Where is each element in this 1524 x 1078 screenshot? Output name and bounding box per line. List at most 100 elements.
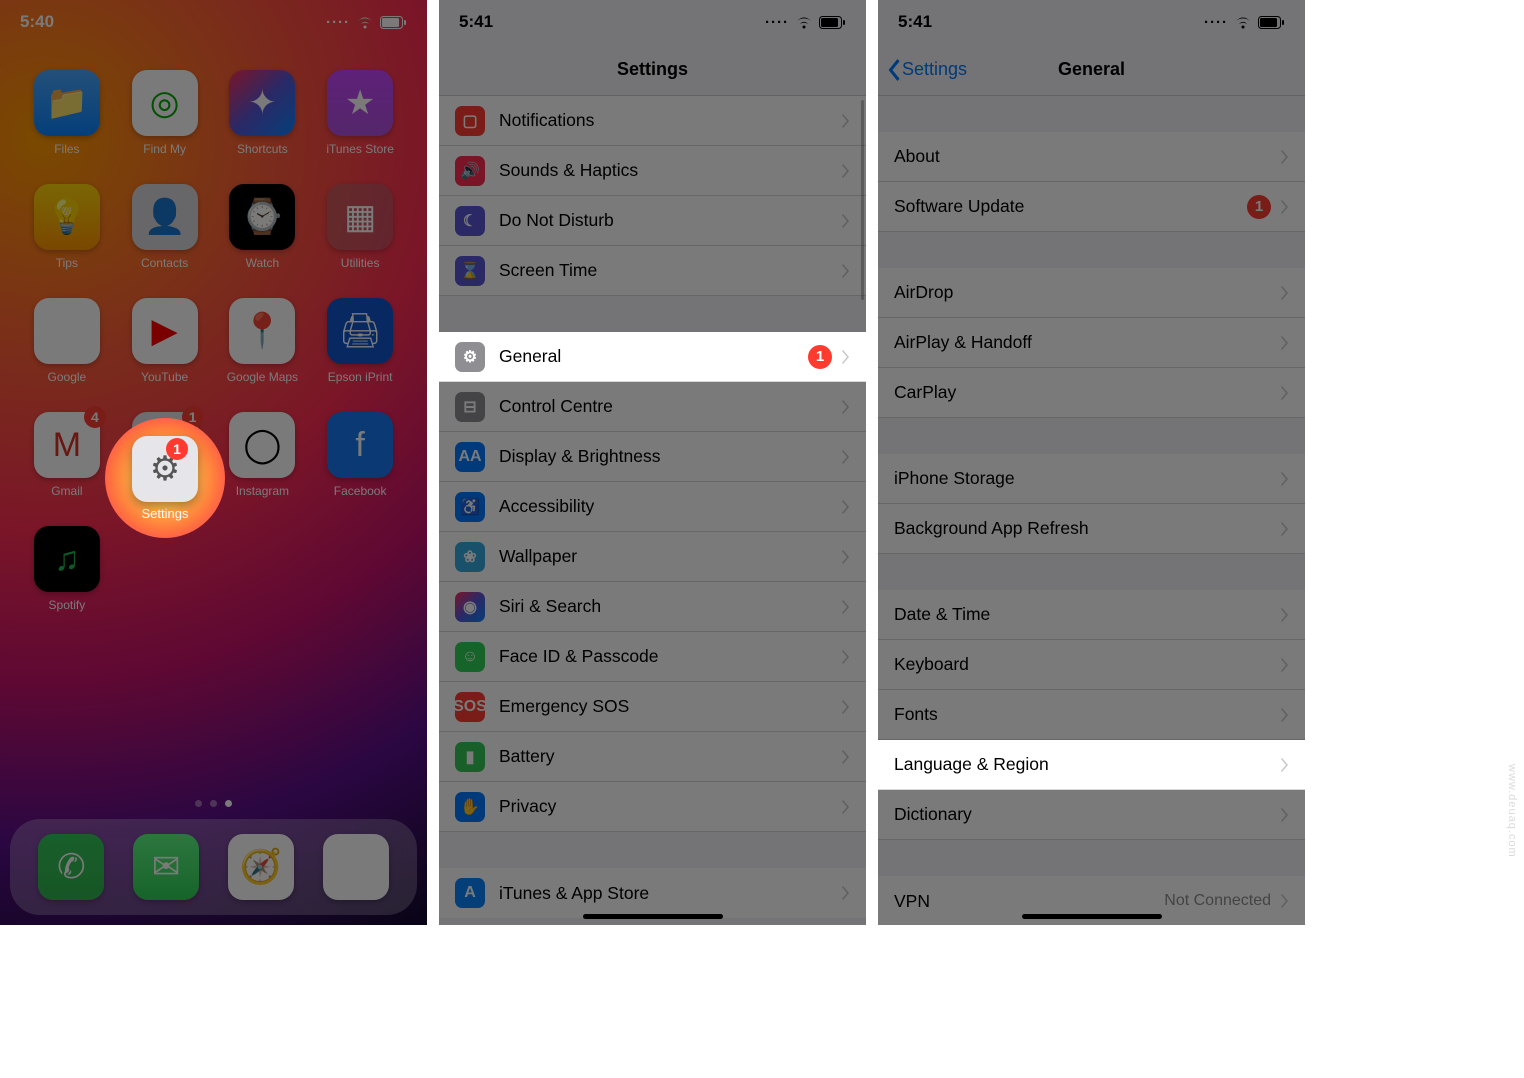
row-background-app-refresh[interactable]: Background App Refresh: [878, 504, 1305, 554]
status-time: 5:41: [459, 12, 493, 32]
row-keyboard[interactable]: Keyboard: [878, 640, 1305, 690]
row-label: Siri & Search: [499, 596, 842, 617]
row-siri[interactable]: ◉ Siri & Search: [439, 582, 866, 632]
app-tips[interactable]: 💡 Tips: [25, 184, 109, 270]
home-indicator[interactable]: [583, 914, 723, 919]
chevron-right-icon: [842, 700, 850, 714]
row-label: Software Update: [894, 196, 1247, 217]
chevron-right-icon: [1281, 286, 1289, 300]
row-software-update[interactable]: Software Update1: [878, 182, 1305, 232]
app-google[interactable]: GGoogle: [25, 298, 109, 384]
row-label: General: [499, 346, 808, 367]
app-itunes[interactable]: ★iTunes Store: [318, 70, 402, 156]
row-label: Sounds & Haptics: [499, 160, 842, 181]
app-youtube[interactable]: ▶YouTube: [123, 298, 207, 384]
row-store[interactable]: AiTunes & App Store: [439, 868, 866, 918]
row-label: Do Not Disturb: [499, 210, 842, 231]
wall-icon: ❀: [455, 542, 485, 572]
app-util[interactable]: ▦Utilities: [318, 184, 402, 270]
row-language-region[interactable]: Language & Region: [878, 740, 1305, 790]
row-date-time[interactable]: Date & Time: [878, 590, 1305, 640]
row-label: Wallpaper: [499, 546, 842, 567]
app-epson[interactable]: 🖨Epson iPrint: [318, 298, 402, 384]
row-display[interactable]: AADisplay & Brightness: [439, 432, 866, 482]
row-sos[interactable]: SOS Emergency SOS: [439, 682, 866, 732]
row-general[interactable]: ⚙General1: [439, 332, 866, 382]
watermark: www.deuaq.com: [1506, 764, 1518, 858]
chevron-right-icon: [842, 550, 850, 564]
chevron-right-icon: [842, 750, 850, 764]
row-label: Notifications: [499, 110, 842, 131]
google-icon: G: [34, 298, 100, 364]
row-dnd[interactable]: ☾Do Not Disturb: [439, 196, 866, 246]
dock-safari[interactable]: 🧭: [228, 834, 294, 900]
app-label: Tips: [56, 256, 78, 270]
app-spotify[interactable]: ♫Spotify: [25, 526, 109, 612]
app-label: Instagram: [236, 484, 289, 498]
app-watch[interactable]: ⌚Watch: [220, 184, 304, 270]
app-files[interactable]: 📁Files: [25, 70, 109, 156]
app-gmail[interactable]: M4Gmail: [25, 412, 109, 498]
app-maps[interactable]: 📍Google Maps: [220, 298, 304, 384]
row-dictionary[interactable]: Dictionary: [878, 790, 1305, 840]
dock-msg[interactable]: ✉: [133, 834, 199, 900]
app-label: Spotify: [49, 598, 86, 612]
row-label: About: [894, 146, 1281, 167]
row-carplay[interactable]: CarPlay: [878, 368, 1305, 418]
store-icon: A: [455, 878, 485, 908]
highlight-settings-app[interactable]: ⚙ 1 Settings: [105, 418, 225, 538]
face-icon: ☺: [455, 642, 485, 672]
row-battery[interactable]: ▮Battery: [439, 732, 866, 782]
app-fb[interactable]: fFacebook: [318, 412, 402, 498]
row-face[interactable]: ☺Face ID & Passcode: [439, 632, 866, 682]
row-wall[interactable]: ❀ Wallpaper: [439, 532, 866, 582]
row-airdrop[interactable]: AirDrop: [878, 268, 1305, 318]
row-label: Privacy: [499, 796, 842, 817]
row-airplay-handoff[interactable]: AirPlay & Handoff: [878, 318, 1305, 368]
nav-title: Settings: [617, 59, 688, 80]
fb-icon: f: [327, 412, 393, 478]
row-access[interactable]: ♿Accessibility: [439, 482, 866, 532]
dock-phone[interactable]: ✆: [38, 834, 104, 900]
siri-icon: ◉: [455, 592, 485, 622]
cellular-dots-icon: ····: [1204, 14, 1228, 31]
youtube-icon: ▶: [132, 298, 198, 364]
control-icon: ⊟: [455, 392, 485, 422]
row-sound[interactable]: 🔊Sounds & Haptics: [439, 146, 866, 196]
wifi-icon: [356, 16, 374, 29]
row-label: Screen Time: [499, 260, 842, 281]
dock-photos[interactable]: ✿: [323, 834, 389, 900]
settings-app-icon[interactable]: ⚙: [132, 436, 198, 502]
settings-app-badge: 1: [166, 438, 188, 460]
battery-icon: [380, 16, 407, 29]
screen-icon: ⌛: [455, 256, 485, 286]
app-insta[interactable]: ◯Instagram: [220, 412, 304, 498]
tips-icon: 💡: [34, 184, 100, 250]
chevron-right-icon: [1281, 336, 1289, 350]
row-label: iTunes & App Store: [499, 883, 842, 904]
chevron-right-icon: [1281, 758, 1289, 772]
row-label: Battery: [499, 746, 842, 767]
row-notif[interactable]: ▢Notifications: [439, 96, 866, 146]
epson-icon: 🖨: [327, 298, 393, 364]
row-about[interactable]: About: [878, 132, 1305, 182]
app-contacts[interactable]: 👤Contacts: [123, 184, 207, 270]
back-button[interactable]: Settings: [886, 44, 967, 95]
row-control[interactable]: ⊟Control Centre: [439, 382, 866, 432]
sos-icon: SOS: [455, 692, 485, 722]
app-shortcuts[interactable]: ✦Shortcuts: [220, 70, 304, 156]
row-iphone-storage[interactable]: iPhone Storage: [878, 454, 1305, 504]
privacy-icon: ✋: [455, 792, 485, 822]
row-label: Emergency SOS: [499, 696, 842, 717]
row-screen[interactable]: ⌛ Screen Time: [439, 246, 866, 296]
chevron-right-icon: [842, 800, 850, 814]
app-findmy[interactable]: ◎Find My: [123, 70, 207, 156]
nav-bar: Settings: [439, 44, 866, 96]
status-bar: 5:41 ····: [878, 0, 1305, 44]
app-label: Google Maps: [227, 370, 298, 384]
row-privacy[interactable]: ✋ Privacy: [439, 782, 866, 832]
chevron-right-icon: [842, 650, 850, 664]
home-indicator[interactable]: [1022, 914, 1162, 919]
back-label: Settings: [902, 59, 967, 80]
row-fonts[interactable]: Fonts: [878, 690, 1305, 740]
